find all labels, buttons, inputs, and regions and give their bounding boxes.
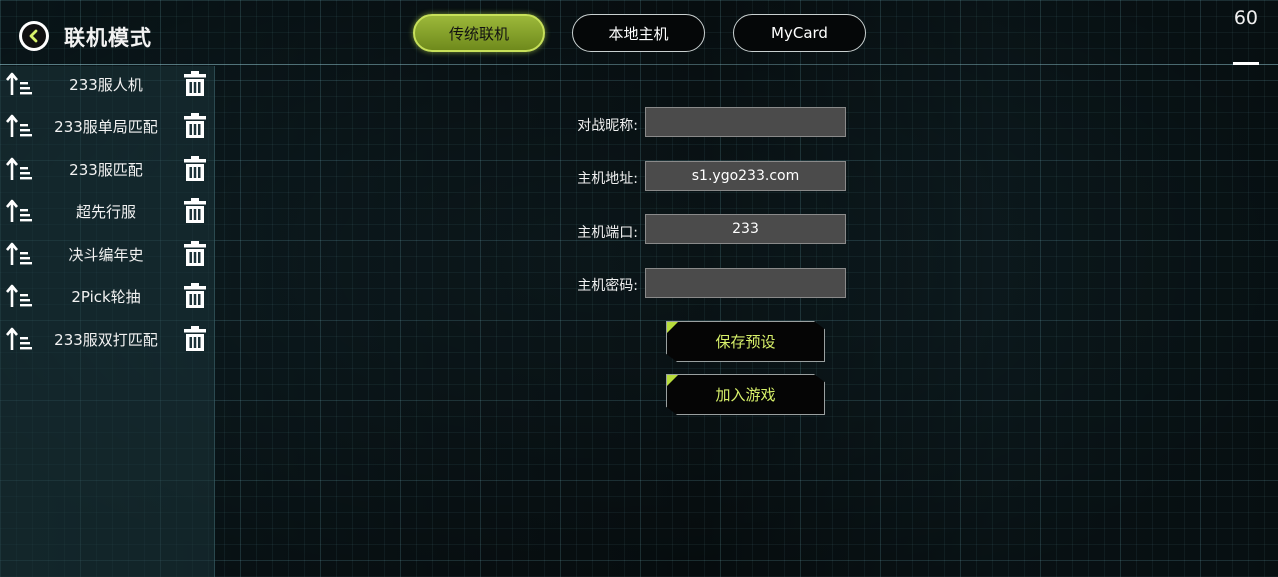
port-label: 主机端口: (577, 225, 638, 241)
list-item: 超先行服 (0, 194, 214, 228)
preset-label[interactable]: 超先行服 (40, 201, 172, 222)
list-item: 233服匹配 (0, 152, 214, 186)
header-divider (0, 64, 1278, 65)
preset-label[interactable]: 233服双打匹配 (40, 329, 172, 350)
nickname-label: 对战昵称: (577, 118, 638, 134)
trash-icon[interactable] (183, 112, 207, 139)
password-label: 主机密码: (577, 278, 638, 294)
preset-label[interactable]: 233服匹配 (40, 159, 172, 180)
tab-traditional[interactable]: 传统联机 (413, 14, 545, 52)
list-item: 233服人机 (0, 67, 214, 101)
port-input[interactable] (645, 214, 846, 244)
trash-icon[interactable] (183, 197, 207, 224)
sort-icon[interactable] (5, 198, 33, 224)
fps-counter: 60 (1233, 7, 1258, 29)
sort-icon[interactable] (5, 283, 33, 309)
join-game-label: 加入游戏 (715, 386, 776, 404)
back-arrow-icon (22, 24, 46, 48)
sort-icon[interactable] (5, 241, 33, 267)
save-preset-button[interactable]: 保存预设 (666, 321, 825, 362)
preset-label[interactable]: 2Pick轮抽 (40, 286, 172, 307)
nickname-input[interactable] (645, 107, 846, 137)
button-corner-accent (667, 322, 678, 333)
tab-mycard[interactable]: MyCard (733, 14, 866, 52)
join-game-button[interactable]: 加入游戏 (666, 374, 825, 415)
password-input[interactable] (645, 268, 846, 298)
trash-icon[interactable] (183, 325, 207, 352)
list-item: 2Pick轮抽 (0, 279, 214, 313)
preset-label[interactable]: 233服人机 (40, 74, 172, 95)
sort-icon[interactable] (5, 326, 33, 352)
sort-icon[interactable] (5, 71, 33, 97)
list-item: 233服单局匹配 (0, 109, 214, 143)
list-item: 233服双打匹配 (0, 322, 214, 356)
trash-icon[interactable] (183, 282, 207, 309)
trash-icon[interactable] (183, 240, 207, 267)
trash-icon[interactable] (183, 70, 207, 97)
page-title: 联机模式 (64, 26, 152, 50)
button-corner-accent (667, 375, 678, 386)
save-preset-label: 保存预设 (715, 333, 776, 351)
sort-icon[interactable] (5, 113, 33, 139)
list-item: 决斗编年史 (0, 237, 214, 271)
preset-label[interactable]: 233服单局匹配 (40, 116, 172, 137)
host-label: 主机地址: (577, 171, 638, 187)
server-preset-sidebar: 233服人机 233服单局匹配 233服匹配 超先行服 决斗编年史 2Pick轮… (0, 66, 215, 577)
trash-icon[interactable] (183, 155, 207, 182)
preset-label[interactable]: 决斗编年史 (40, 244, 172, 265)
host-input[interactable] (645, 161, 846, 191)
menu-icon[interactable] (1233, 62, 1259, 65)
sort-icon[interactable] (5, 156, 33, 182)
tab-local-host[interactable]: 本地主机 (572, 14, 705, 52)
back-button[interactable] (19, 21, 49, 51)
